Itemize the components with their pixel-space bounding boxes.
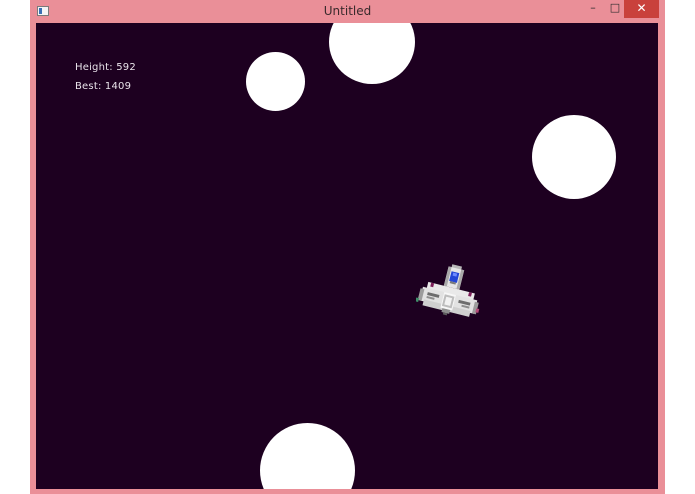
app-window: Untitled – □ ✕ Height: 592 Best: 1409 bbox=[30, 0, 665, 494]
maximize-icon: □ bbox=[609, 1, 621, 14]
title-bar[interactable]: Untitled – □ ✕ bbox=[30, 0, 665, 23]
height-readout: Height: 592 bbox=[75, 62, 136, 73]
maximize-button[interactable]: □ bbox=[604, 0, 626, 18]
asteroid bbox=[532, 115, 616, 199]
spaceship-icon bbox=[416, 264, 480, 317]
window-title: Untitled bbox=[323, 4, 372, 18]
minimize-button[interactable]: – bbox=[582, 0, 604, 18]
close-icon: ✕ bbox=[636, 1, 647, 15]
asteroid bbox=[329, 23, 415, 84]
asteroid bbox=[246, 52, 305, 111]
asteroid bbox=[260, 423, 355, 489]
best-score-readout: Best: 1409 bbox=[75, 81, 132, 92]
close-button[interactable]: ✕ bbox=[624, 0, 659, 18]
minimize-icon: – bbox=[590, 1, 596, 14]
game-canvas[interactable]: Height: 592 Best: 1409 bbox=[36, 23, 658, 489]
